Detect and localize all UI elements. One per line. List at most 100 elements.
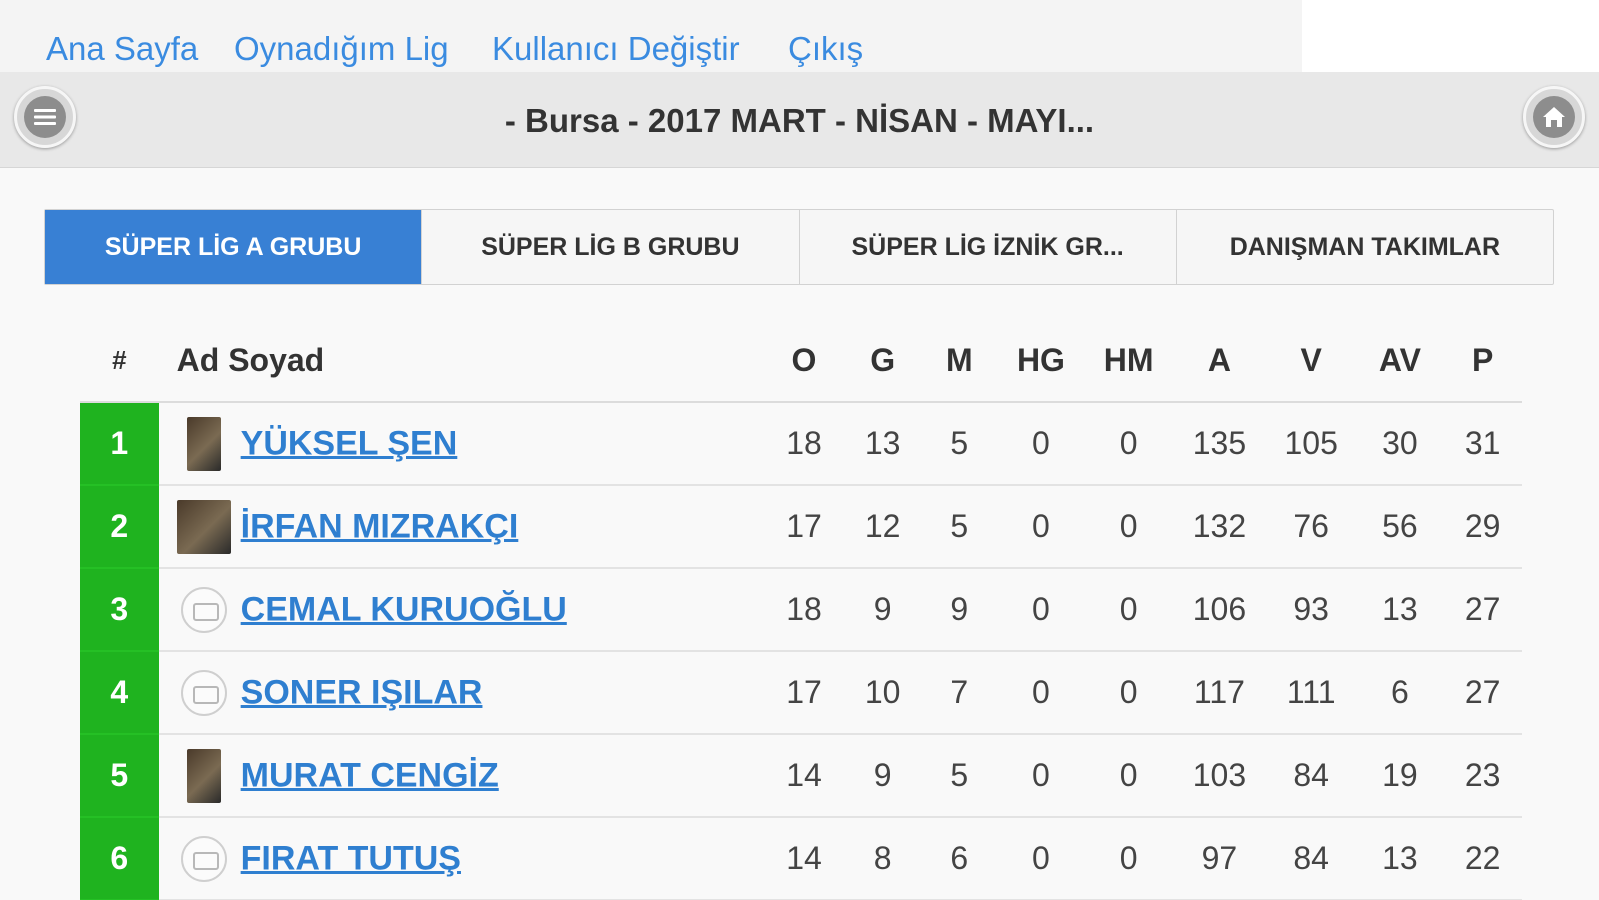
header-v: V xyxy=(1300,342,1322,378)
header-a: A xyxy=(1207,342,1231,378)
cell-a: 135 xyxy=(1173,402,1266,486)
cell-m: 9 xyxy=(920,568,998,652)
header-g: G xyxy=(870,342,896,378)
cell-g: 9 xyxy=(844,734,921,818)
cell-av: 13 xyxy=(1356,568,1444,652)
header-rank: # xyxy=(112,345,127,375)
cell-hg: 0 xyxy=(997,568,1085,652)
player-cell: CEMAL KURUOĞLU xyxy=(158,568,764,652)
cell-p: 23 xyxy=(1443,734,1522,818)
player-link[interactable]: SONER IŞILAR xyxy=(241,673,483,711)
header-av: AV xyxy=(1378,342,1421,378)
cell-av: 19 xyxy=(1356,734,1444,818)
cell-p: 27 xyxy=(1443,651,1522,735)
rank-cell: 3 xyxy=(80,568,159,652)
cell-hg: 0 xyxy=(997,402,1085,486)
header-hg: HG xyxy=(1016,342,1065,378)
rank-cell: 1 xyxy=(80,402,159,486)
tab-danisman-takimlar[interactable]: DANIŞMAN TAKIMLAR xyxy=(1175,210,1553,284)
header-o: O xyxy=(791,342,817,378)
cell-v: 105 xyxy=(1265,402,1357,486)
rank-cell: 4 xyxy=(80,651,159,735)
player-link[interactable]: YÜKSEL ŞEN xyxy=(241,424,458,462)
cell-hg: 0 xyxy=(997,734,1085,818)
home-button[interactable] xyxy=(1523,86,1585,148)
cell-hm: 0 xyxy=(1084,402,1174,486)
top-right-blank xyxy=(1302,0,1599,72)
player-cell: SONER IŞILAR xyxy=(158,651,764,735)
table-row: 5 MURAT CENGİZ 14 9 5 0 0 103 84 19 23 xyxy=(80,734,1522,818)
player-link[interactable]: FIRAT TUTUŞ xyxy=(241,839,461,877)
cell-o: 14 xyxy=(763,734,845,818)
nav-link-home[interactable]: Ana Sayfa xyxy=(46,30,198,68)
tab-super-lig-iznik[interactable]: SÜPER LİG İZNİK GR... xyxy=(798,210,1176,284)
page-header: - Bursa - 2017 MART - NİSAN - MAYI... xyxy=(0,72,1599,168)
header-p: P xyxy=(1471,342,1494,378)
player-avatar xyxy=(176,499,231,554)
home-icon xyxy=(1533,96,1575,138)
rank-cell: 5 xyxy=(80,734,159,818)
cell-m: 7 xyxy=(920,651,998,735)
cell-m: 5 xyxy=(920,485,998,569)
cell-o: 14 xyxy=(763,817,845,900)
standings-table: # Ad Soyad O G M HG HM A V AV P 1 YÜKSEL… xyxy=(80,320,1522,900)
player-cell: YÜKSEL ŞEN xyxy=(158,402,764,486)
player-cell: İRFAN MIZRAKÇI xyxy=(158,485,764,569)
league-tabs: SÜPER LİG A GRUBU SÜPER LİG B GRUBU SÜPE… xyxy=(44,209,1554,285)
cell-a: 132 xyxy=(1173,485,1266,569)
cell-a: 106 xyxy=(1173,568,1266,652)
cell-v: 76 xyxy=(1265,485,1357,569)
table-header-row: # Ad Soyad O G M HG HM A V AV P xyxy=(80,320,1522,402)
tab-super-lig-b[interactable]: SÜPER LİG B GRUBU xyxy=(421,210,798,284)
rank-cell: 6 xyxy=(80,817,159,900)
cell-g: 10 xyxy=(844,651,921,735)
cell-o: 17 xyxy=(763,651,845,735)
table-row: 3 CEMAL KURUOĞLU 18 9 9 0 0 106 93 13 27 xyxy=(80,568,1522,652)
top-nav: Ana Sayfa Oynadığım Lig Kullanıcı Değişt… xyxy=(0,0,1302,72)
player-cell: FIRAT TUTUŞ xyxy=(158,817,764,900)
avatar-placeholder-icon xyxy=(180,586,227,633)
cell-p: 29 xyxy=(1443,485,1522,569)
tab-super-lig-a[interactable]: SÜPER LİG A GRUBU xyxy=(45,210,422,284)
table-row: 6 FIRAT TUTUŞ 14 8 6 0 0 97 84 13 22 xyxy=(80,817,1522,900)
cell-a: 103 xyxy=(1173,734,1266,818)
player-link[interactable]: CEMAL KURUOĞLU xyxy=(241,590,567,628)
player-link[interactable]: MURAT CENGİZ xyxy=(241,756,499,794)
player-cell: MURAT CENGİZ xyxy=(158,734,764,818)
cell-v: 111 xyxy=(1265,651,1357,735)
cell-hg: 0 xyxy=(997,651,1085,735)
cell-hg: 0 xyxy=(997,817,1085,900)
avatar-placeholder-icon xyxy=(180,669,227,716)
cell-hm: 0 xyxy=(1084,568,1174,652)
cell-v: 84 xyxy=(1265,817,1357,900)
cell-g: 13 xyxy=(844,402,921,486)
player-link[interactable]: İRFAN MIZRAKÇI xyxy=(241,507,519,545)
cell-hg: 0 xyxy=(997,485,1085,569)
header-m: M xyxy=(945,342,973,378)
cell-p: 31 xyxy=(1443,402,1522,486)
cell-o: 17 xyxy=(763,485,845,569)
nav-link-switch-user[interactable]: Kullanıcı Değiştir xyxy=(492,30,740,68)
cell-hm: 0 xyxy=(1084,734,1174,818)
header-name: Ad Soyad xyxy=(176,342,325,378)
cell-g: 9 xyxy=(844,568,921,652)
cell-p: 27 xyxy=(1443,568,1522,652)
cell-av: 30 xyxy=(1356,402,1444,486)
rank-cell: 2 xyxy=(80,485,159,569)
table-row: 1 YÜKSEL ŞEN 18 13 5 0 0 135 105 30 31 xyxy=(80,402,1522,486)
cell-m: 6 xyxy=(920,817,998,900)
cell-av: 6 xyxy=(1356,651,1444,735)
nav-link-logout[interactable]: Çıkış xyxy=(788,30,863,68)
page-title: - Bursa - 2017 MART - NİSAN - MAYI... xyxy=(504,102,1095,139)
cell-v: 93 xyxy=(1265,568,1357,652)
avatar-placeholder-icon xyxy=(180,835,227,882)
cell-m: 5 xyxy=(920,734,998,818)
cell-hm: 0 xyxy=(1084,817,1174,900)
player-avatar xyxy=(186,748,221,803)
cell-o: 18 xyxy=(763,402,845,486)
cell-hm: 0 xyxy=(1084,651,1174,735)
cell-av: 13 xyxy=(1356,817,1444,900)
cell-g: 12 xyxy=(844,485,921,569)
nav-link-my-league[interactable]: Oynadığım Lig xyxy=(234,30,449,68)
table-row: 4 SONER IŞILAR 17 10 7 0 0 117 111 6 27 xyxy=(80,651,1522,735)
